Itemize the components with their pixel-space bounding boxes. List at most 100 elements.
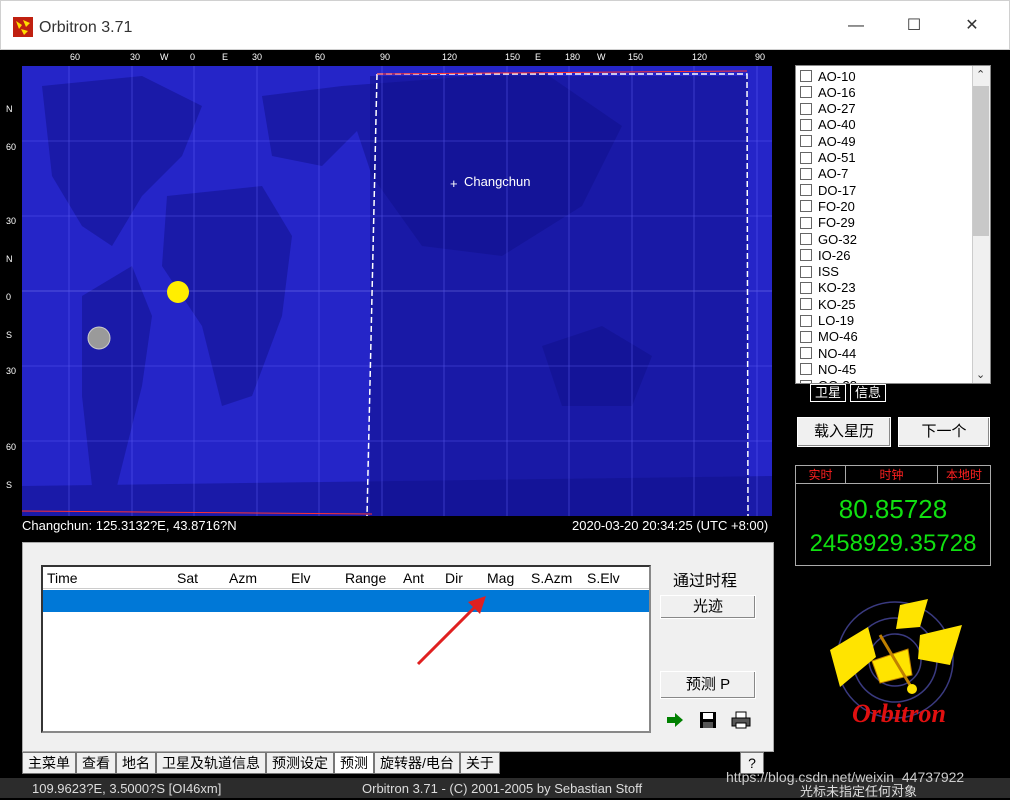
column-header[interactable]: Dir	[445, 570, 463, 586]
satellite-name: AO-49	[818, 133, 856, 149]
satellite-checkbox[interactable]	[800, 102, 812, 115]
latitude-tick: 30	[6, 216, 17, 226]
satellite-name: DO-17	[818, 182, 857, 198]
column-header[interactable]: Sat	[177, 570, 198, 586]
longitude-tick: 60	[70, 52, 81, 62]
satellite-checkbox[interactable]	[800, 314, 812, 327]
satellite-checkbox[interactable]	[800, 265, 812, 278]
bottom-tab[interactable]: 地名	[116, 752, 156, 774]
satellite-checkbox[interactable]	[800, 233, 812, 245]
satellite-checkbox[interactable]	[800, 86, 812, 99]
satellite-list-item[interactable]: AO-27	[800, 101, 856, 117]
observer-label: Changchun	[464, 174, 531, 189]
bottom-tab[interactable]: 预测设定	[266, 752, 334, 774]
column-header[interactable]: Mag	[487, 570, 514, 586]
bottom-tab[interactable]: 预测	[334, 752, 374, 774]
satellite-checkbox[interactable]	[800, 167, 812, 180]
column-header[interactable]: Elv	[291, 570, 310, 586]
satellite-checkbox[interactable]	[800, 118, 812, 131]
satellite-list-item[interactable]: AO-51	[800, 150, 856, 166]
satellite-list-item[interactable]: FO-20	[800, 198, 855, 214]
scrollbar-thumb[interactable]	[973, 86, 989, 236]
bottom-tab[interactable]: 卫星及轨道信息	[156, 752, 266, 774]
save-icon[interactable]	[698, 711, 718, 729]
satellite-list-item[interactable]: AO-40	[800, 117, 856, 133]
satellite-checkbox[interactable]	[800, 298, 812, 311]
satellite-checkbox[interactable]	[800, 200, 812, 213]
longitude-tick: 90	[755, 52, 766, 62]
satellite-list-scrollbar[interactable]: ⌃ ⌄	[972, 66, 990, 383]
next-button[interactable]: 下一个	[898, 417, 990, 447]
bottom-tab[interactable]: 主菜单	[22, 752, 76, 774]
maximize-button[interactable]: ☐	[899, 11, 929, 41]
latitude-tick: N	[6, 254, 13, 264]
column-header[interactable]: Ant	[403, 570, 424, 586]
column-header[interactable]: S.Elv	[587, 570, 620, 586]
column-header[interactable]: Range	[345, 570, 386, 586]
print-icon[interactable]	[731, 711, 751, 729]
selected-pass-row[interactable]	[43, 590, 649, 612]
longitude-tick: W	[160, 52, 169, 62]
satellite-checkbox[interactable]	[800, 216, 812, 229]
satellite-checkbox[interactable]	[800, 281, 812, 294]
scroll-up-icon[interactable]: ⌃	[976, 68, 985, 81]
go-arrow-icon[interactable]	[665, 711, 685, 729]
longitude-tick: E	[535, 52, 542, 62]
satellite-checkbox[interactable]	[800, 347, 812, 360]
column-header[interactable]: Azm	[229, 570, 257, 586]
scroll-down-icon[interactable]: ⌄	[976, 368, 985, 381]
longitude-tick: 150	[505, 52, 521, 62]
satellite-checkbox[interactable]	[800, 135, 812, 148]
tab-local-time[interactable]: 本地时	[938, 466, 990, 484]
bottom-tab[interactable]: 关于	[459, 752, 500, 774]
satellite-list-item[interactable]: KO-23	[800, 280, 856, 296]
bottom-tab[interactable]: 查看	[76, 752, 116, 774]
satellite-checkbox[interactable]	[800, 70, 812, 82]
latitude-tick: N	[6, 104, 13, 114]
satellite-checkbox[interactable]	[800, 151, 812, 164]
satellite-checkbox[interactable]	[800, 249, 812, 262]
satellite-list-item[interactable]: AO-16	[800, 84, 856, 100]
satellite-name: ISS	[818, 264, 839, 280]
satellite-name: NO-45	[818, 361, 857, 377]
satellite-list-item[interactable]: DO-17	[800, 182, 856, 198]
load-ephemeris-button[interactable]: 载入星历	[797, 417, 891, 447]
bottom-tab-bar: 主菜单 查看 地名 卫星及轨道信息 预测设定 预测 旋转器/电台 关于	[22, 752, 500, 774]
world-map[interactable]: + Changchun	[22, 66, 772, 516]
satellite-list-item[interactable]: NO-44	[800, 345, 856, 361]
minimize-button[interactable]: —	[841, 11, 871, 41]
tab-clock[interactable]: 时钟	[846, 466, 938, 484]
close-button[interactable]: ✕	[957, 11, 987, 41]
satellite-list-item[interactable]: AO-7	[800, 166, 848, 182]
satellite-list-item[interactable]: ISS	[800, 264, 839, 280]
satellite-list-item[interactable]: FO-29	[800, 215, 855, 231]
column-header[interactable]: S.Azm	[531, 570, 572, 586]
satellite-name: IO-26	[818, 247, 851, 263]
satellite-checkbox[interactable]	[800, 330, 812, 343]
tab-info[interactable]: 信息	[850, 384, 887, 402]
tab-realtime[interactable]: 实时	[796, 466, 846, 484]
satellite-name: FO-20	[818, 198, 855, 214]
bottom-tab[interactable]: 旋转器/电台	[374, 752, 460, 774]
satellite-list[interactable]: AO-10 AO-16 AO-27 AO-40 AO-49 AO-51 AO-7 DO-17 F…	[795, 65, 991, 384]
satellite-checkbox[interactable]	[800, 363, 812, 376]
satellite-list-item[interactable]: MO-46	[800, 329, 858, 345]
tab-satellites[interactable]: 卫星	[810, 384, 847, 402]
satellite-name: MO-46	[818, 329, 858, 345]
satellite-list-item[interactable]: KO-25	[800, 296, 856, 312]
satellite-checkbox[interactable]	[800, 184, 812, 197]
longitude-tick: 180	[565, 52, 581, 62]
satellite-list-item[interactable]: AO-10	[800, 68, 856, 84]
satellite-list-item[interactable]: AO-49	[800, 133, 856, 149]
satellite-list-item[interactable]: NO-45	[800, 361, 856, 377]
satellite-name: AO-27	[818, 101, 856, 117]
track-button[interactable]: 光迹	[660, 595, 756, 619]
latitude-tick: 60	[6, 142, 17, 152]
satellite-list-item[interactable]: IO-26	[800, 247, 851, 263]
satellite-list-item[interactable]: GO-32	[800, 231, 857, 247]
satellite-list-item[interactable]: LO-19	[800, 313, 854, 329]
predict-button[interactable]: 预测 P	[660, 671, 756, 699]
column-header[interactable]: Time	[47, 570, 78, 586]
pass-table[interactable]: Time Sat Azm Elv Range Ant Dir Mag S.Azm S.Elv	[41, 565, 651, 733]
satellite-name: AO-10	[818, 68, 856, 84]
